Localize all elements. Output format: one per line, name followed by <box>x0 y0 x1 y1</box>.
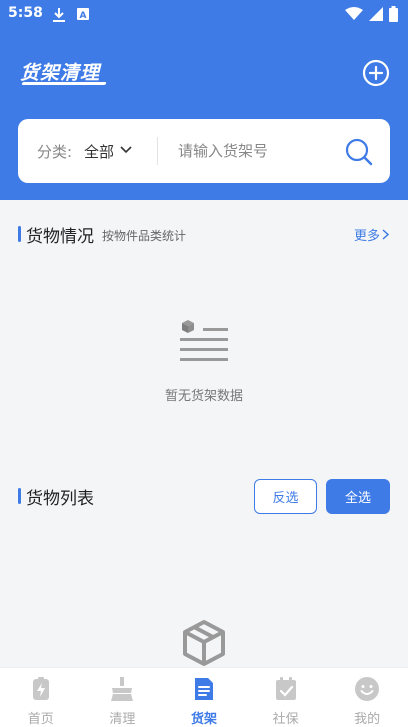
tab-label: 首页 <box>27 712 54 727</box>
more-label: 更多 <box>354 229 381 244</box>
tab-me[interactable]: 我的 <box>326 668 408 727</box>
download-icon <box>53 8 65 22</box>
tab-social-security[interactable]: 社保 <box>245 668 327 727</box>
empty-state-text: 暂无货架数据 <box>164 389 243 404</box>
shelf-search-input[interactable] <box>178 139 338 163</box>
home-bolt-icon <box>32 677 49 700</box>
tab-label: 社保 <box>272 712 299 727</box>
filter-card: 分类: 全部 <box>18 119 390 183</box>
invert-selection-button[interactable]: 反选 <box>254 479 317 514</box>
section-marker <box>18 488 21 504</box>
title-underline <box>21 82 107 85</box>
section-marker <box>18 226 21 242</box>
goods-status-title: 货物情况 <box>26 227 94 247</box>
chevron-down-icon[interactable] <box>120 146 132 154</box>
goods-status-subtitle: 按物件品类统计 <box>102 229 187 243</box>
document-icon <box>194 678 213 700</box>
battery-icon <box>389 6 398 22</box>
tab-label: 我的 <box>354 712 381 727</box>
tab-label: 清理 <box>109 712 136 727</box>
more-link[interactable]: 更多 <box>354 225 390 244</box>
smiley-face-icon <box>355 677 380 701</box>
calendar-check-icon <box>275 677 296 700</box>
category-dropdown[interactable]: 全部 <box>84 141 114 162</box>
empty-box-icon <box>183 620 225 666</box>
category-label: 分类: <box>37 143 73 161</box>
page-title: 货架清理 <box>20 62 101 84</box>
svg-text:A: A <box>80 11 87 21</box>
bottom-tab-bar: 首页 清理 货架 社保 我的 <box>0 667 408 727</box>
tab-clean[interactable]: 清理 <box>82 668 164 727</box>
select-all-button[interactable]: 全选 <box>326 479 390 514</box>
goods-list-title: 货物列表 <box>26 489 94 509</box>
filter-divider <box>157 137 158 165</box>
status-bar: 5:58 A <box>0 0 408 30</box>
status-time: 5:58 <box>8 5 43 21</box>
tab-home[interactable]: 首页 <box>0 668 82 727</box>
app-notification-icon: A <box>77 8 89 21</box>
empty-shelf-icon <box>180 320 228 361</box>
search-icon[interactable] <box>344 137 374 167</box>
chevron-right-icon <box>382 229 390 240</box>
signal-icon <box>369 7 383 21</box>
broom-icon <box>111 677 134 701</box>
tab-label: 货架 <box>190 712 217 727</box>
wifi-icon <box>345 7 363 20</box>
tab-shelf[interactable]: 货架 <box>163 668 245 727</box>
add-circle-icon[interactable] <box>362 59 390 87</box>
